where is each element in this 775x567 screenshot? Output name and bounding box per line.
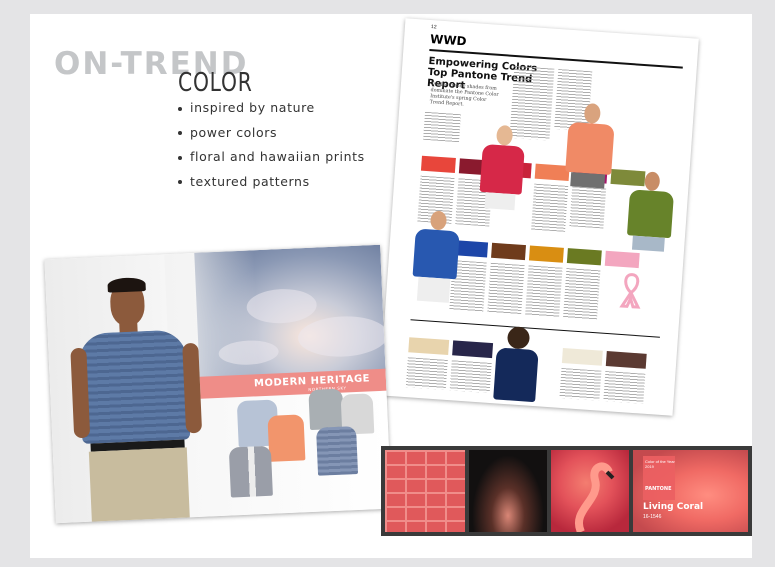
model-figure — [67, 273, 208, 524]
inspiration-photo-strip: Color of the Year 2019 PANTONE Living Co… — [381, 446, 752, 536]
coral-brick-photo — [385, 450, 465, 532]
shirt-image — [316, 426, 359, 476]
model-figure — [621, 170, 679, 263]
model-figure — [489, 325, 544, 408]
text-column — [423, 111, 461, 143]
ribbon-icon — [619, 273, 641, 309]
coral-powder-photo — [469, 450, 547, 532]
bullet-icon — [178, 106, 182, 111]
color-name: Living Coral — [643, 502, 704, 512]
color-swatch — [605, 351, 647, 369]
model-figure — [473, 124, 531, 237]
list-item: power colors — [178, 125, 365, 150]
model-figure — [560, 102, 620, 196]
title-color: COLOR — [178, 68, 253, 98]
trend-list: inspired by nature power colors floral a… — [178, 100, 365, 198]
bullet-icon — [178, 155, 182, 160]
page-number: 12 — [430, 24, 437, 31]
model-figure — [408, 209, 465, 308]
color-swatch — [561, 347, 603, 366]
color-swatch — [491, 242, 527, 261]
color-swatch — [420, 155, 456, 174]
list-item: textured patterns — [178, 174, 365, 199]
magazine-page-image: 12 WWD Empowering Colors Top Pantone Tre… — [379, 18, 699, 416]
color-swatch — [452, 340, 494, 359]
flamingo-photo — [551, 450, 629, 532]
pantone-card: Color of the Year 2019 PANTONE — [643, 456, 675, 500]
color-code: 16-1546 — [643, 514, 662, 520]
text-column — [449, 360, 492, 393]
wwd-logo: WWD — [429, 31, 467, 49]
text-column — [405, 357, 448, 390]
pantone-logo: PANTONE — [645, 486, 672, 492]
color-swatch — [566, 248, 602, 266]
color-swatch — [528, 245, 564, 263]
flamingo-icon — [575, 462, 615, 532]
text-column — [487, 262, 525, 315]
bullet-icon — [178, 180, 182, 184]
jacket-image — [228, 445, 273, 498]
shirt-image — [267, 414, 306, 462]
text-column — [559, 367, 602, 401]
living-coral-photo: Color of the Year 2019 PANTONE Living Co… — [633, 450, 748, 532]
color-swatch — [408, 337, 450, 355]
shirt-image — [308, 388, 345, 431]
text-column — [525, 265, 563, 318]
article-deck: Twelve trendy shades from dominate the P… — [429, 82, 499, 108]
list-item: floral and hawaiian prints — [178, 149, 365, 174]
list-item: inspired by nature — [178, 100, 365, 125]
text-column — [603, 371, 646, 404]
text-column — [563, 268, 601, 321]
bullet-icon — [178, 131, 182, 135]
slide: ON-TREND COLOR inspired by nature power … — [30, 14, 752, 558]
catalog-spread-image: MODERN HERITAGE NORTHERN SKY — [44, 244, 392, 524]
